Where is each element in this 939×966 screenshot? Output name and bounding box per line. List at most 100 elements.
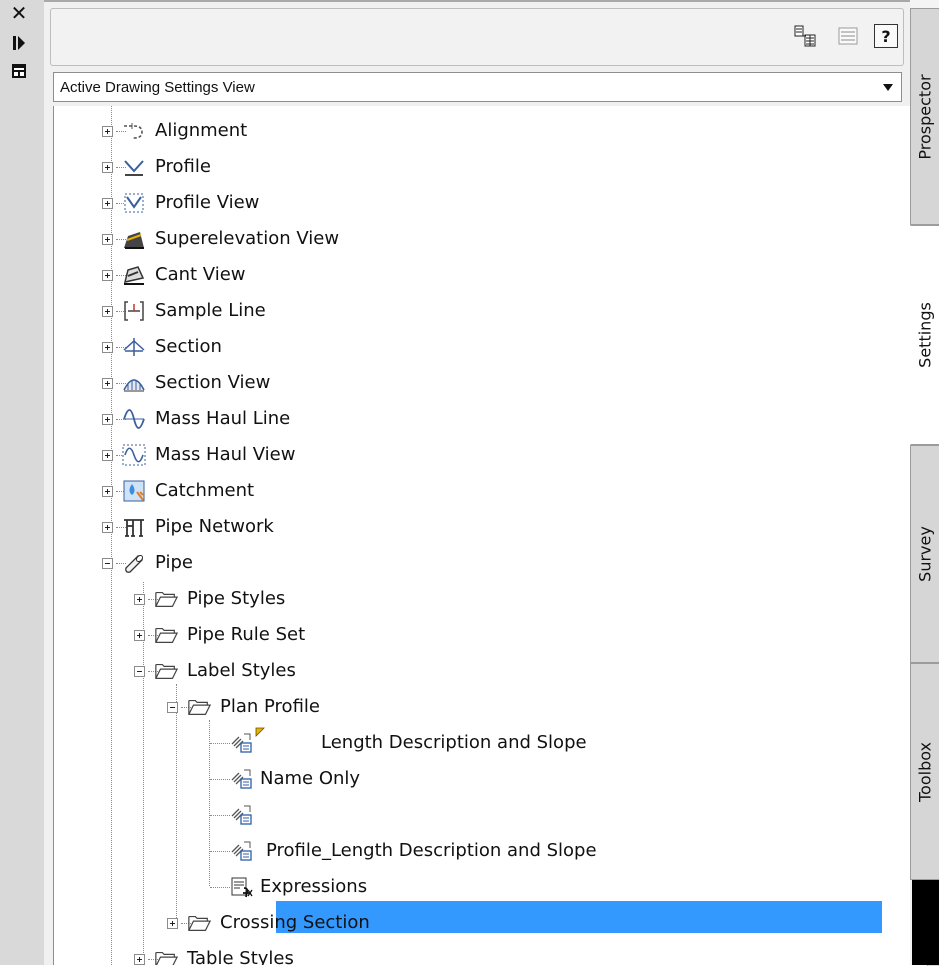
pipe-icon <box>122 552 146 574</box>
tree-row-label-styles[interactable]: Label Styles <box>54 654 874 688</box>
tree-label: Pipe Styles <box>187 588 286 609</box>
edit-feature-settings-button[interactable] <box>791 22 819 50</box>
tree-label: Section View <box>155 372 271 393</box>
tree-row-catchment[interactable]: Catchment <box>54 474 874 508</box>
tree-row-mass-haul-view[interactable]: Mass Haul View <box>54 438 874 472</box>
folder-icon <box>187 912 211 934</box>
view-toggle-icon <box>838 27 858 45</box>
override-flag-icon <box>254 726 266 738</box>
dropdown-arrow-icon <box>883 84 893 91</box>
tree-row-crossing-section[interactable]: Crossing Section <box>54 906 874 940</box>
mass-haul-line-icon <box>122 408 146 430</box>
tree-row-pipe-network[interactable]: Pipe Network <box>54 510 874 544</box>
collapse-toggle[interactable] <box>134 666 145 677</box>
expand-toggle[interactable] <box>167 918 178 929</box>
tree-row-plan-profile[interactable]: Plan Profile <box>54 690 874 724</box>
tree-row-name-only[interactable]: Name Only <box>54 762 874 796</box>
collapse-toggle[interactable] <box>167 702 178 713</box>
folder-icon <box>187 696 211 718</box>
expand-toggle[interactable] <box>102 270 113 281</box>
expand-toggle[interactable] <box>134 954 145 965</box>
tree-connector <box>210 887 230 888</box>
settings-tree: Alignment Profile Profile View Superelev… <box>53 106 919 965</box>
tree-label: Label Styles <box>187 660 296 681</box>
sample-line-icon <box>122 300 146 322</box>
tree-label: Name Only <box>260 768 361 789</box>
palette-title-strip: ✕ <box>0 0 45 965</box>
properties-icon <box>12 64 26 78</box>
expand-toggle[interactable] <box>134 630 145 641</box>
tree-connector <box>210 851 230 852</box>
view-toggle-button[interactable] <box>834 22 862 50</box>
expand-toggle[interactable] <box>102 162 113 173</box>
folder-icon <box>154 948 178 965</box>
tab-survey[interactable]: Survey <box>910 445 939 663</box>
folder-icon <box>154 624 178 646</box>
tree-label: Plan Profile <box>220 696 320 717</box>
tree-label: Profile_Length Description and Slope <box>266 840 597 861</box>
tree-row-pipe[interactable]: Pipe <box>54 546 874 580</box>
auto-hide-button[interactable] <box>6 32 32 54</box>
expand-toggle[interactable] <box>102 306 113 317</box>
tab-label: Toolbox <box>915 741 935 802</box>
panel-top-border <box>44 0 910 2</box>
tab-prospector[interactable]: Prospector <box>910 8 939 225</box>
tab-toolbox[interactable]: Toolbox <box>910 663 939 880</box>
tree-row-cant-view[interactable]: Cant View <box>54 258 874 292</box>
cant-view-icon <box>122 264 146 286</box>
close-icon: ✕ <box>10 1 28 25</box>
tree-label: Profile View <box>155 192 260 213</box>
expand-toggle[interactable] <box>102 522 113 533</box>
tree-row-length-description-and-slope[interactable]: Length Description and Slope <box>54 726 874 760</box>
expand-toggle[interactable] <box>102 450 113 461</box>
expand-toggle[interactable] <box>102 234 113 245</box>
view-selector-dropdown[interactable]: Active Drawing Settings View <box>53 72 902 102</box>
expand-toggle[interactable] <box>102 486 113 497</box>
help-button[interactable]: ? <box>874 24 898 48</box>
tree-label: Section <box>155 336 222 357</box>
tree-row-pipe-rule-set[interactable]: Pipe Rule Set <box>54 618 874 652</box>
view-selector-value: Active Drawing Settings View <box>60 78 255 96</box>
tree-connector <box>210 779 230 780</box>
expand-toggle[interactable] <box>102 342 113 353</box>
expand-toggle[interactable] <box>134 594 145 605</box>
expand-toggle[interactable] <box>102 414 113 425</box>
close-button[interactable]: ✕ <box>6 1 32 25</box>
tree-row-expressions[interactable]: Expressions <box>54 870 874 904</box>
tree-row-mass-haul-line[interactable]: Mass Haul Line <box>54 402 874 436</box>
tree-row-sample-line[interactable]: Sample Line <box>54 294 874 328</box>
help-label: ? <box>881 26 891 46</box>
tree-row-table-styles[interactable]: Table Styles <box>54 942 874 965</box>
tree-label: Pipe Network <box>155 516 274 537</box>
tree-label: Length Description and Slope <box>321 732 587 753</box>
expand-toggle[interactable] <box>102 378 113 389</box>
tree-row-profile-length-description-and-slope[interactable]: Profile_Length Description and Slope <box>54 834 874 868</box>
panel-edge-block <box>912 880 939 965</box>
alignment-icon <box>122 120 146 142</box>
expand-toggle[interactable] <box>102 198 113 209</box>
expand-toggle[interactable] <box>102 126 113 137</box>
tree-row-profile-view[interactable]: Profile View <box>54 186 874 220</box>
tree-label: Alignment <box>155 120 248 141</box>
tab-label: Prospector <box>915 73 935 160</box>
tree-row-pipe-styles[interactable]: Pipe Styles <box>54 582 874 616</box>
properties-button[interactable] <box>6 60 32 82</box>
tree-row-plan-length-description-and-slope[interactable]: Plan_Length Description and Slope <box>54 798 874 832</box>
palette-tabs: Prospector Settings Survey Toolbox <box>910 0 939 965</box>
tree-row-section-view[interactable]: Section View <box>54 366 874 400</box>
tree-label: Mass Haul Line <box>155 408 291 429</box>
tree-label: Superelevation View <box>155 228 340 249</box>
tree-row-profile[interactable]: Profile <box>54 150 874 184</box>
collapse-toggle[interactable] <box>102 558 113 569</box>
label-style-icon <box>230 840 254 862</box>
tree-row-alignment[interactable]: Alignment <box>54 114 874 148</box>
section-icon <box>122 336 146 358</box>
tree-label: Table Styles <box>187 948 294 965</box>
tree-label: Cant View <box>155 264 246 285</box>
folder-icon <box>154 588 178 610</box>
tree-row-superelevation-view[interactable]: Superelevation View <box>54 222 874 256</box>
superelevation-view-icon <box>122 228 146 250</box>
tree-row-section[interactable]: Section <box>54 330 874 364</box>
tree-label: Crossing Section <box>220 912 370 933</box>
tab-settings[interactable]: Settings <box>910 225 939 445</box>
